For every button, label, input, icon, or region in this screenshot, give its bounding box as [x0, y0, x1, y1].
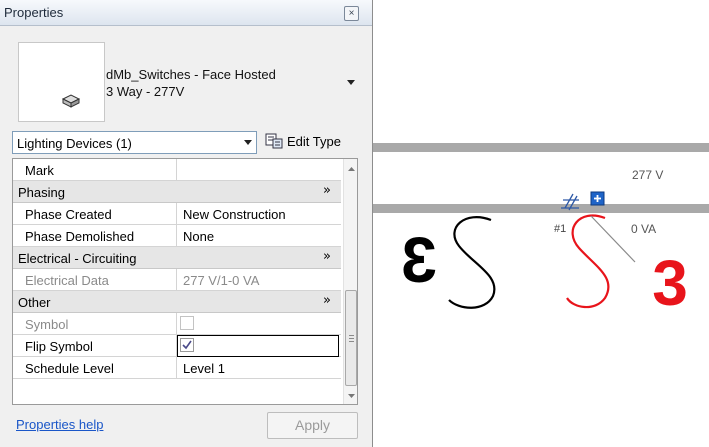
- scroll-down-icon[interactable]: [348, 394, 355, 398]
- param-label: Mark: [25, 163, 54, 178]
- type-preview-image: [18, 42, 105, 122]
- flip-controls[interactable]: [561, 191, 605, 211]
- edit-type-label: Edit Type: [287, 134, 341, 149]
- family-name: dMb_Switches - Face Hosted: [106, 67, 276, 82]
- param-label: Electrical Data: [25, 273, 109, 288]
- properties-grid: Mark Phasing » Phase Created New Constru…: [12, 158, 358, 405]
- scrollbar-thumb[interactable]: [345, 290, 357, 386]
- group-label: Phasing: [18, 185, 65, 200]
- filter-value: Lighting Devices (1): [17, 136, 132, 151]
- param-row-phase-demolished[interactable]: Phase Demolished None: [13, 225, 341, 247]
- element-filter-dropdown[interactable]: Lighting Devices (1): [12, 131, 257, 154]
- param-label: Phase Created: [25, 207, 112, 222]
- param-label: Flip Symbol: [25, 339, 93, 354]
- param-row-mark[interactable]: Mark: [13, 159, 341, 181]
- param-row-flip-symbol[interactable]: Flip Symbol: [13, 335, 341, 357]
- right-switch-symbol[interactable]: 3: [566, 214, 688, 319]
- param-label: Phase Demolished: [25, 229, 135, 244]
- properties-palette: Properties × dMb_Switches - Face Hosted …: [0, 0, 373, 447]
- group-header-phasing[interactable]: Phasing »: [13, 181, 341, 203]
- drawing-canvas[interactable]: 277 V #1 0 VA 3 3: [373, 0, 709, 447]
- switch-s-glyph: [448, 216, 496, 309]
- param-label: Symbol: [25, 317, 69, 332]
- edit-type-icon: [265, 133, 283, 149]
- switch-family-icon: [61, 94, 81, 108]
- palette-title: Properties: [4, 5, 64, 20]
- param-row-phase-created[interactable]: Phase Created New Construction: [13, 203, 341, 225]
- scroll-up-icon[interactable]: [348, 167, 355, 171]
- flip-arrows-icon[interactable]: [561, 193, 579, 211]
- symbol-checkbox: [180, 316, 194, 330]
- param-value[interactable]: Level 1: [183, 361, 225, 376]
- checkmark-icon: [182, 340, 192, 350]
- collapse-icon[interactable]: »: [323, 293, 331, 308]
- type-dropdown-arrow-icon[interactable]: [347, 80, 355, 85]
- group-label: Electrical - Circuiting: [18, 251, 137, 266]
- param-value: 277 V/1-0 VA: [183, 273, 260, 288]
- properties-help-link[interactable]: Properties help: [16, 417, 103, 432]
- palette-title-bar[interactable]: Properties ×: [0, 0, 372, 26]
- group-label: Other: [18, 295, 51, 310]
- type-selector[interactable]: dMb_Switches - Face Hosted 3 Way - 277V: [12, 36, 364, 122]
- switch-s-glyph-selected: [566, 214, 610, 309]
- param-row-symbol: Symbol: [13, 313, 341, 335]
- right-switch-tag: 3: [652, 247, 688, 319]
- apply-button[interactable]: Apply: [267, 412, 358, 439]
- param-value[interactable]: None: [183, 229, 214, 244]
- flip-symbol-checkbox[interactable]: [180, 338, 194, 352]
- edit-type-button[interactable]: Edit Type: [263, 130, 363, 154]
- type-name: 3 Way - 277V: [106, 84, 185, 99]
- chevron-down-icon[interactable]: [244, 140, 252, 145]
- active-cell-outline: [177, 335, 339, 357]
- left-switch-tag: 3: [401, 224, 437, 296]
- param-value[interactable]: New Construction: [183, 207, 286, 222]
- param-label: Schedule Level: [25, 361, 114, 376]
- left-switch-symbol[interactable]: 3: [401, 216, 496, 309]
- param-row-electrical-data: Electrical Data 277 V/1-0 VA: [13, 269, 341, 291]
- properties-scrollbar[interactable]: [343, 159, 357, 404]
- group-header-other[interactable]: Other »: [13, 291, 341, 313]
- switch-leader-line: [590, 215, 636, 263]
- param-row-schedule-level[interactable]: Schedule Level Level 1: [13, 357, 341, 379]
- close-icon[interactable]: ×: [344, 6, 359, 21]
- collapse-icon[interactable]: »: [323, 183, 331, 198]
- canvas-graphics: 3 3: [401, 191, 688, 319]
- group-header-electrical-circuiting[interactable]: Electrical - Circuiting »: [13, 247, 341, 269]
- collapse-icon[interactable]: »: [323, 249, 331, 264]
